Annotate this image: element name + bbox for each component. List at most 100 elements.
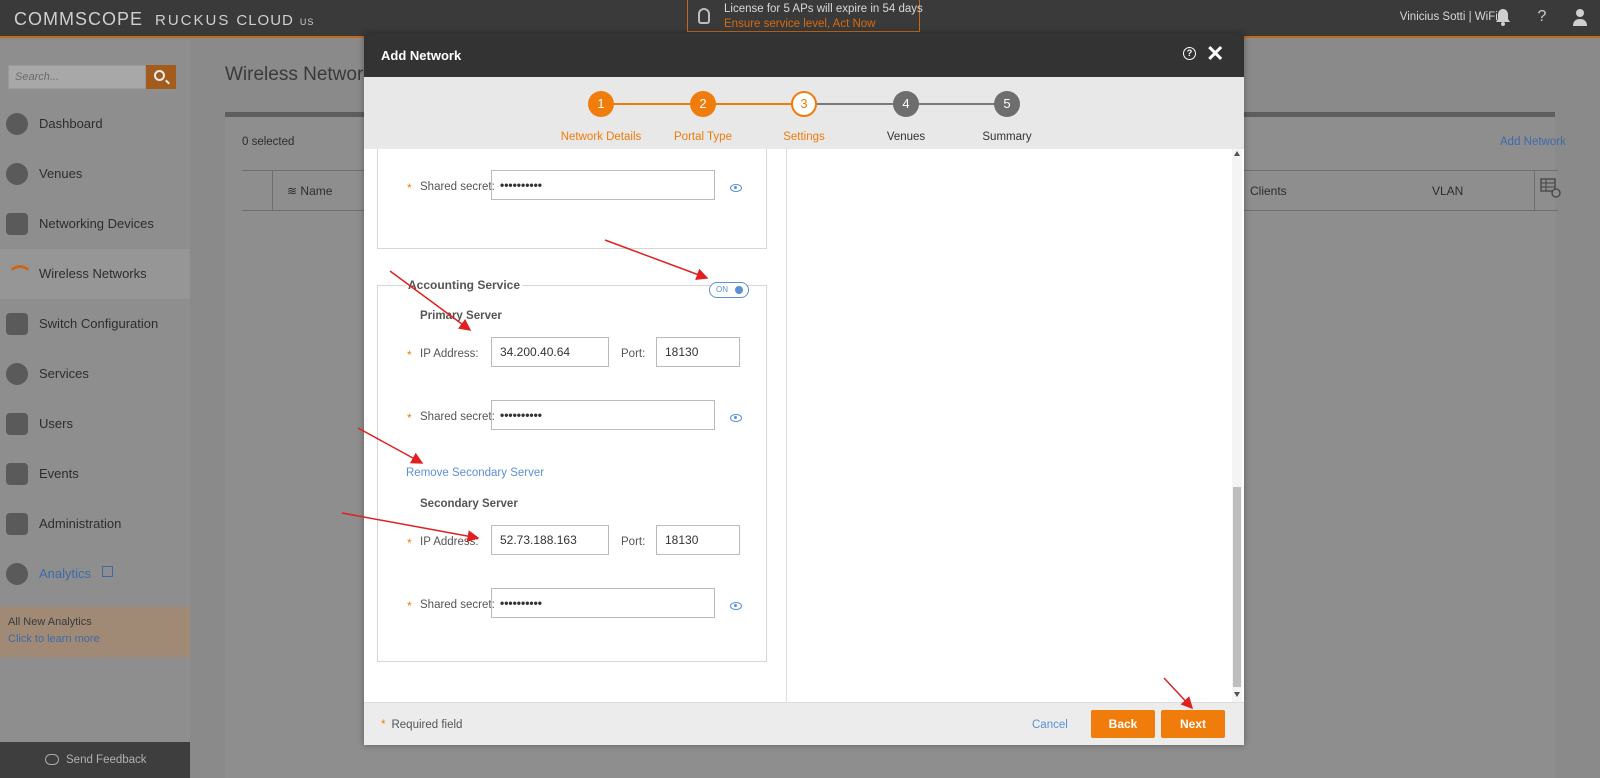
next-button[interactable]: Next [1161,710,1225,738]
cancel-button[interactable]: Cancel [1032,719,1068,731]
sidebar-item-label: Venues [39,166,83,181]
sidebar: Search... Dashboard Venues Networking De… [0,40,190,778]
brand-commscope: COMMSCOPE [14,9,144,29]
search-button[interactable] [146,65,176,89]
shared-secret-label: Shared secret: [420,411,495,423]
secondary-port-input[interactable]: 18130 [656,525,740,555]
dialog-body: * Shared secret: •••••••••• Accounting S… [364,149,1244,702]
accounting-toggle[interactable]: ON [709,282,749,298]
column-divider [1534,171,1535,211]
primary-port-input[interactable]: 18130 [656,337,740,367]
step-5-marker: 5 [994,91,1020,117]
accounting-service-title: Accounting Service [406,278,523,292]
primary-ip-input[interactable]: 34.200.40.64 [491,337,609,367]
sidebar-item-users[interactable]: Users [0,399,190,449]
primary-server-title: Primary Server [420,310,502,322]
eye-icon[interactable] [730,602,742,610]
dashboard-icon [6,113,28,135]
sidebar-item-events[interactable]: Events [0,449,190,499]
scroll-down-arrow[interactable] [1234,692,1240,697]
ip-address-label: IP Address: [420,348,479,360]
sidebar-item-label: Wireless Networks [39,266,147,281]
column-settings-icon[interactable] [1540,177,1562,202]
add-network-link[interactable]: Add Network [1500,136,1566,148]
accounting-service-section: Accounting Service Primary Server * IP A… [377,278,767,662]
shared-secret-label: Shared secret: [420,181,495,193]
license-banner[interactable]: License for 5 APs will expire in 54 days… [687,0,923,32]
scroll-thumb[interactable] [1233,487,1241,687]
step-1-marker[interactable]: 1 [588,91,614,117]
dialog-scrollbar[interactable] [1232,149,1242,702]
help-icon[interactable]: ? [1532,8,1552,28]
column-header-vlan[interactable]: VLAN [1432,184,1463,198]
sidebar-item-label: Dashboard [39,116,103,131]
sidebar-item-networking-devices[interactable]: Networking Devices [0,199,190,249]
selection-count: 0 selected [242,136,295,148]
sidebar-item-venues[interactable]: Venues [0,149,190,199]
brand-cloud: CLOUD [236,12,294,29]
promo-link[interactable]: Click to learn more [8,633,100,645]
step-5-label: Summary [982,131,1032,143]
sidebar-item-dashboard[interactable]: Dashboard [0,99,190,149]
add-network-dialog: Add Network ? ✕ 1 2 3 4 5 Network Detail… [364,33,1244,745]
dialog-header: Add Network ? ✕ [364,33,1244,77]
brand-region: US [299,17,315,27]
step-2-label: Portal Type [674,131,732,143]
port-label: Port: [621,536,646,548]
analytics-promo[interactable]: All New Analytics Click to learn more [0,607,190,657]
help-icon[interactable]: ? [1183,47,1196,60]
primary-shared-secret-input[interactable]: •••••••••• [491,400,715,430]
device-icon [6,213,28,235]
send-feedback-button[interactable]: Send Feedback [0,742,190,778]
page-title: Wireless Networks [225,64,383,85]
ip-address-label: IP Address: [420,536,479,548]
column-header-label: Name [300,184,333,198]
auth-shared-secret-input[interactable]: •••••••••• [491,170,715,200]
step-3-marker[interactable]: 3 [791,91,817,117]
step-2-marker[interactable]: 2 [690,91,716,117]
close-icon[interactable]: ✕ [1206,41,1224,67]
authentication-service-section: * Shared secret: •••••••••• [377,149,767,249]
sidebar-item-label: Administration [39,516,122,531]
search-input[interactable]: Search... [8,65,146,89]
scroll-up-arrow[interactable] [1234,151,1240,156]
toggle-state-label: ON [716,285,728,294]
secondary-shared-secret-input[interactable]: •••••••••• [491,588,715,618]
license-action-link[interactable]: Ensure service level, Act Now [724,18,875,30]
secondary-ip-input[interactable]: 52.73.188.163 [491,525,609,555]
lightbulb-icon [698,8,710,24]
user-account-label[interactable]: Vinicius Sotti | WiFire [1400,11,1508,23]
sidebar-item-label: Services [39,366,89,381]
user-icon[interactable] [1570,8,1590,28]
wifi-icon: ≋ [287,184,298,198]
sidebar-item-label: Users [39,416,73,431]
column-header-clients[interactable]: Clients [1250,184,1287,198]
sidebar-item-services[interactable]: Services [0,349,190,399]
sidebar-item-analytics[interactable]: Analytics [0,549,190,599]
promo-title: All New Analytics [8,616,92,628]
remove-secondary-server-link[interactable]: Remove Secondary Server [406,467,544,479]
step-4-marker: 4 [893,91,919,117]
required-marker: * [381,719,386,731]
required-marker: * [407,411,412,425]
wizard-steps: 1 2 3 4 5 Network Details Portal Type Se… [364,77,1244,149]
wrench-icon [6,513,28,535]
sidebar-item-wireless-networks[interactable]: Wireless Networks [0,249,190,299]
license-message: License for 5 APs will expire in 54 days [724,3,923,15]
location-pin-icon [6,163,28,185]
column-divider [272,171,273,211]
required-marker: * [407,599,412,613]
sidebar-item-label: Analytics [39,566,92,581]
column-header-name[interactable]: ≋ Name [287,184,332,198]
shared-secret-label: Shared secret: [420,599,495,611]
eye-icon[interactable] [730,414,742,422]
sidebar-item-switch-configuration[interactable]: Switch Configuration [0,299,190,349]
events-icon [6,463,28,485]
bell-icon[interactable] [1493,8,1513,28]
brand-logo[interactable]: COMMSCOPE RUCKUS CLOUD US [14,9,314,30]
eye-icon[interactable] [730,184,742,192]
external-link-icon [102,566,113,577]
required-marker: * [407,181,412,195]
back-button[interactable]: Back [1091,710,1155,738]
sidebar-item-administration[interactable]: Administration [0,499,190,549]
